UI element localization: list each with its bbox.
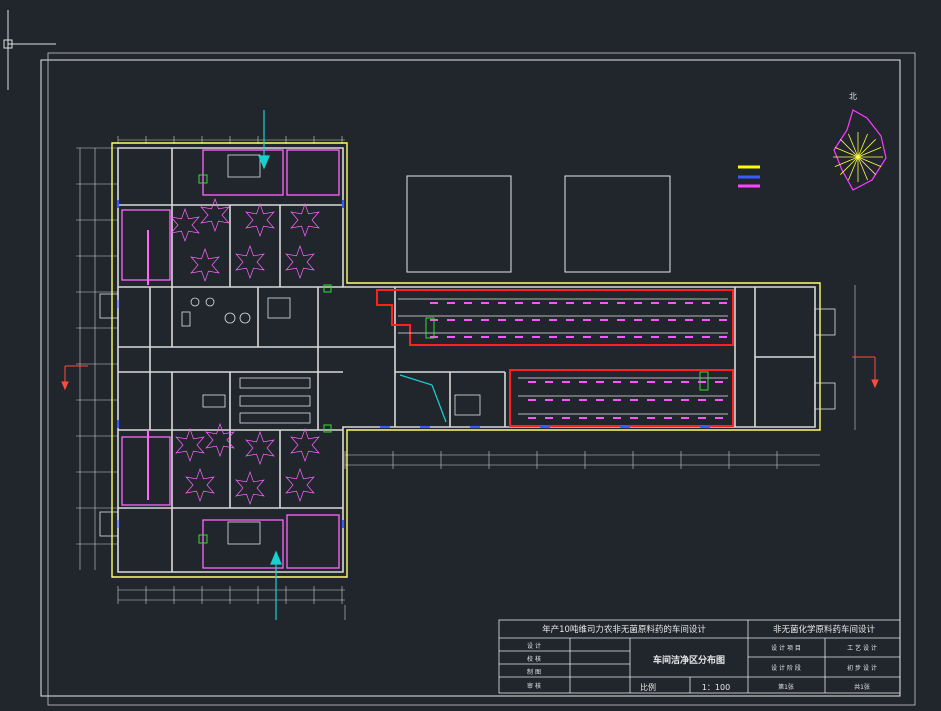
grid-design-stage: 设 计 阶 段 — [771, 664, 801, 672]
scale-label: 比例 — [640, 682, 656, 692]
door-marks — [116, 200, 710, 528]
air-supply-marker — [245, 430, 275, 466]
air-supply-marker — [185, 467, 215, 503]
process-inner-lines — [398, 298, 728, 415]
outdoor-box-right — [564, 175, 671, 273]
inner-frame — [47, 52, 916, 706]
row-check: 校 核 — [527, 655, 541, 663]
sheet-number: 第1张 — [778, 683, 794, 691]
design-subject: 非无菌化学原料药车间设计 — [773, 624, 876, 635]
row-draw: 制 图 — [527, 668, 541, 676]
air-supply-marker — [285, 244, 315, 280]
cad-drawing: 北 年产10吨维司力农非无菌原料药的车间设计 非无菌化学原料药车间设计 车间洁净… — [3, 10, 916, 706]
dimension-lines — [79, 139, 856, 620]
building-walls — [117, 147, 816, 573]
air-shower-marks — [198, 174, 709, 544]
outdoor-box-left — [406, 175, 512, 273]
row-review: 审 核 — [527, 682, 541, 690]
drawing-name: 车间洁净区分布图 — [653, 654, 725, 666]
air-supply-marker — [175, 427, 205, 463]
air-supply-marker — [190, 247, 220, 283]
air-supply-marker — [200, 197, 230, 233]
air-supply-marker — [235, 244, 265, 280]
outer-frame — [40, 59, 901, 697]
air-supply-marker — [245, 202, 275, 238]
lab-equipment — [181, 154, 481, 545]
air-supply-markers — [170, 197, 320, 506]
grid-design-item: 设 计 项 目 — [771, 644, 801, 652]
project-title: 年产10吨维司力农非无菌原料药的车间设计 — [542, 624, 706, 635]
row-design: 设 计 — [527, 642, 541, 650]
grid-preliminary-design: 初 步 设 计 — [847, 664, 877, 672]
sheet-total: 共1张 — [854, 683, 870, 691]
grid-process-design: 工 艺 设 计 — [847, 644, 877, 652]
scale-value: 1：100 — [702, 683, 730, 692]
air-supply-marker — [285, 467, 315, 503]
equipment-marks — [430, 302, 727, 419]
north-label: 北 — [849, 92, 857, 101]
air-supply-marker — [290, 202, 320, 238]
air-supply-marker — [290, 427, 320, 463]
legend — [738, 165, 760, 188]
air-supply-marker — [235, 470, 265, 506]
process-rooms — [376, 289, 734, 427]
compass-rose: 北 — [833, 92, 887, 191]
air-supply-marker — [170, 207, 200, 243]
